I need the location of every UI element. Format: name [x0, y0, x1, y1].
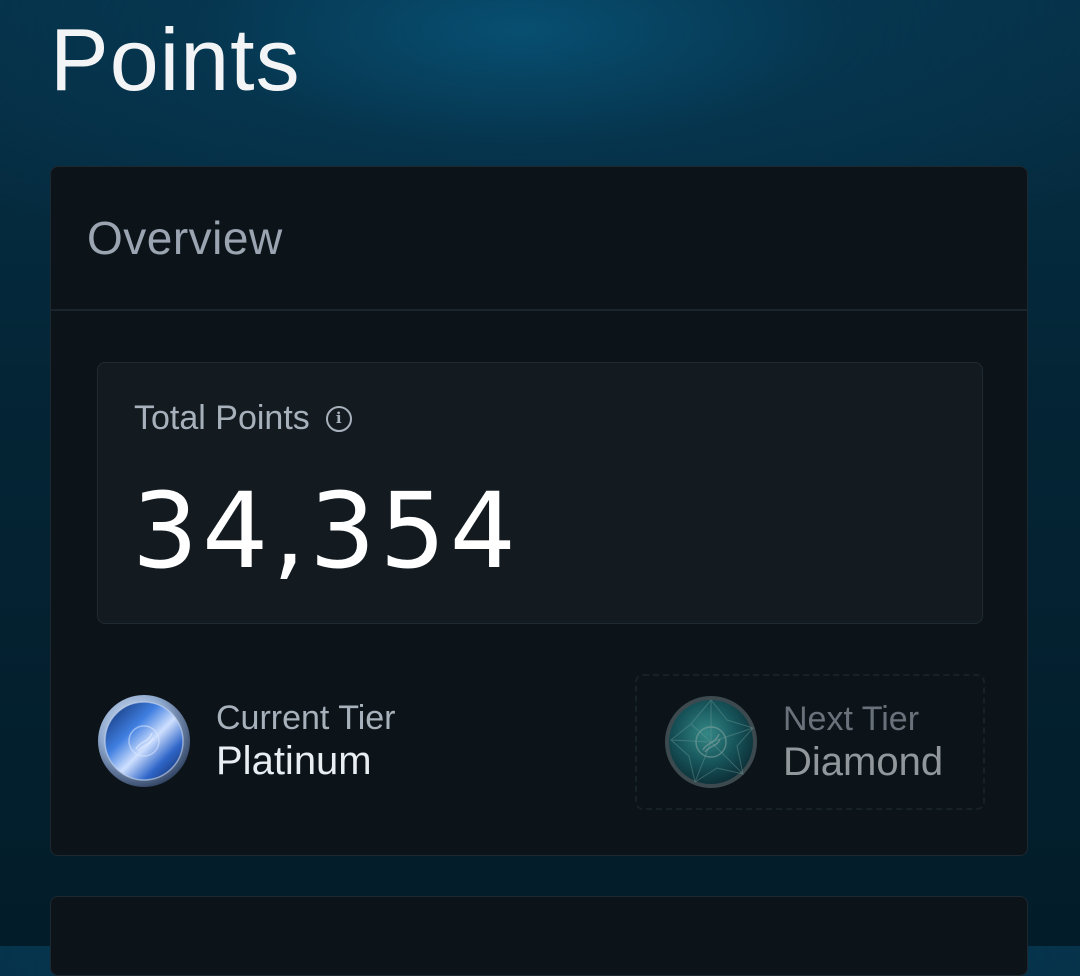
- total-points-panel: Total Points i 34,354: [97, 362, 983, 624]
- total-points-label: Total Points: [134, 399, 310, 437]
- next-tier-name: Diamond: [783, 740, 944, 784]
- overview-title: Overview: [87, 212, 283, 264]
- platinum-coin-icon: [98, 695, 190, 787]
- overview-card: Overview Total Points i 34,354 Current T…: [50, 166, 1028, 856]
- current-tier-text: Current Tier Platinum: [216, 698, 396, 784]
- next-tier-caption: Next Tier: [783, 700, 920, 738]
- next-tier-text: Next Tier Diamond: [783, 699, 943, 785]
- total-points-value: 34,354: [132, 470, 520, 592]
- total-points-label-row: Total Points i: [134, 399, 352, 438]
- current-tier: Current Tier Platinum: [96, 693, 396, 789]
- overview-header: Overview: [51, 167, 1027, 311]
- current-tier-name: Platinum: [216, 739, 372, 783]
- page-title: Points: [50, 10, 301, 109]
- current-tier-caption: Current Tier: [216, 699, 396, 737]
- info-icon[interactable]: i: [325, 405, 352, 432]
- diamond-gem-icon: [665, 696, 757, 788]
- secondary-card: [50, 896, 1028, 976]
- next-tier: Next Tier Diamond: [635, 674, 985, 810]
